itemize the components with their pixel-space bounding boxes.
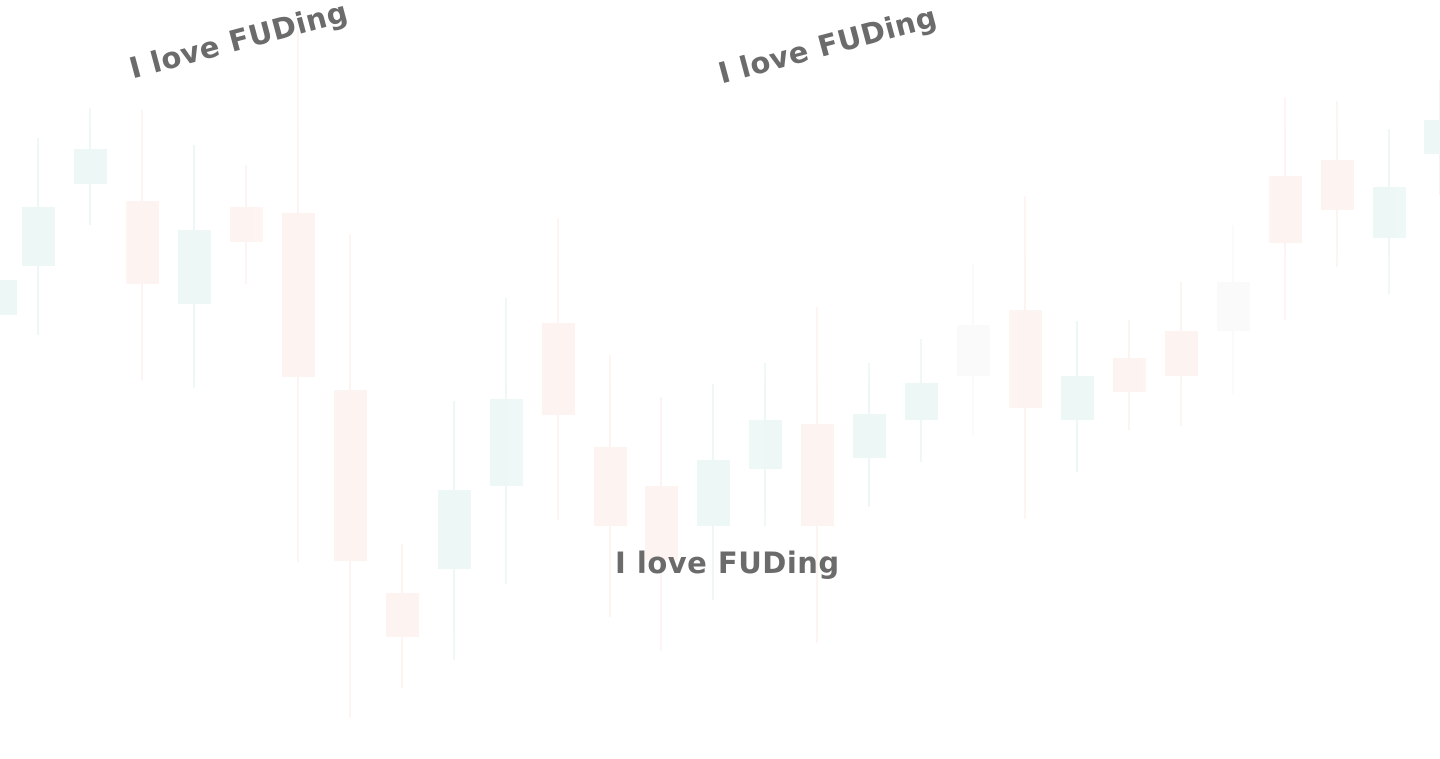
candlestick-body xyxy=(386,593,419,637)
candlestick-body xyxy=(749,420,782,469)
candlestick xyxy=(1165,282,1198,426)
candlestick-body xyxy=(1373,187,1406,238)
candlestick-body xyxy=(594,447,627,526)
candlestick xyxy=(74,108,107,225)
candlestick-body xyxy=(334,390,367,561)
candlestick xyxy=(126,110,159,380)
candlestick xyxy=(490,298,523,584)
candlestick xyxy=(905,339,938,462)
candlestick xyxy=(230,165,263,284)
candlestick xyxy=(1113,320,1146,430)
candlestick-body xyxy=(801,424,834,526)
candlestick xyxy=(1373,129,1406,294)
candlestick-body xyxy=(178,230,211,304)
candlestick xyxy=(749,363,782,526)
decorative-background: I love FUDing I love FUDing I love FUDin… xyxy=(0,0,1440,759)
candlestick xyxy=(178,145,211,388)
candlestick-body xyxy=(1321,160,1354,210)
candlestick xyxy=(542,218,575,520)
candlestick xyxy=(1009,196,1042,519)
candlestick-body xyxy=(1113,358,1146,392)
candlestick xyxy=(386,544,419,688)
candlestick-body xyxy=(1269,176,1302,243)
candlestick-body xyxy=(853,414,886,458)
candlestick xyxy=(853,363,886,507)
candlestick-body xyxy=(1424,120,1440,154)
candlestick-body xyxy=(0,280,17,315)
candlestick xyxy=(22,138,55,335)
candlestick-body xyxy=(282,213,315,377)
candlestick xyxy=(1424,80,1440,195)
candlestick xyxy=(1269,97,1302,320)
candlestick-body xyxy=(1061,376,1094,420)
candlestick xyxy=(645,397,678,651)
candlestick-body xyxy=(22,207,55,266)
candlestick xyxy=(1321,101,1354,267)
candlestick-body xyxy=(438,490,471,569)
candlestick-body xyxy=(905,383,938,420)
candlestick xyxy=(438,401,471,660)
candlestick-body xyxy=(74,149,107,184)
candlestick xyxy=(957,264,990,436)
candlestick-body xyxy=(1009,310,1042,408)
candlestick-body xyxy=(126,201,159,284)
candlestick xyxy=(282,30,315,562)
candlestick-body xyxy=(490,399,523,486)
candlestick xyxy=(334,234,367,718)
candlestick xyxy=(1061,321,1094,472)
caption-center: I love FUDing xyxy=(615,546,840,580)
candlestick-body xyxy=(1165,331,1198,376)
candlestick xyxy=(1217,225,1250,395)
candlestick-body xyxy=(230,207,263,242)
candlestick-background xyxy=(0,30,1440,718)
candlestick xyxy=(0,280,17,315)
candlestick-body xyxy=(1217,282,1250,331)
candlestick xyxy=(801,307,834,643)
candlestick-body xyxy=(697,460,730,526)
candlestick-body xyxy=(542,323,575,415)
candlestick-body xyxy=(957,325,990,376)
